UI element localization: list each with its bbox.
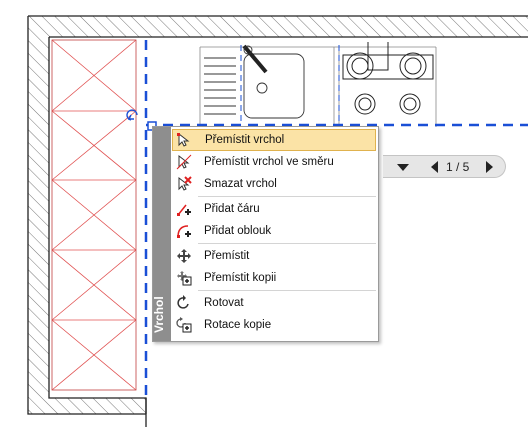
move-icon bbox=[177, 249, 191, 263]
next-page-icon[interactable] bbox=[486, 161, 493, 173]
menu-item-add-line[interactable]: Přidat čáru bbox=[172, 198, 376, 220]
counter-lines bbox=[199, 46, 437, 127]
menu-item-label: Přemístit kopii bbox=[204, 272, 277, 284]
menu-separator bbox=[198, 290, 376, 291]
menu-item-label: Přemístit vrchol bbox=[205, 134, 285, 146]
menu-item-label: Smazat vrchol bbox=[204, 178, 277, 190]
menu-title-bar: Vrchol bbox=[152, 127, 171, 341]
menu-item-move-vertex[interactable]: Přemístit vrchol bbox=[172, 129, 376, 151]
move-vertex-direction-icon bbox=[176, 154, 192, 170]
menu-item-rotate-copy[interactable]: Rotace kopie bbox=[172, 314, 376, 336]
menu-item-move[interactable]: Přemístit bbox=[172, 245, 376, 267]
menu-items: Přemístit vrchol Přemístit vrchol ve smě… bbox=[172, 129, 376, 336]
previous-page-icon[interactable] bbox=[431, 161, 438, 173]
menu-item-delete-vertex[interactable]: Smazat vrchol bbox=[172, 173, 376, 195]
sink bbox=[204, 44, 305, 119]
menu-item-move-copy[interactable]: Přemístit kopii bbox=[172, 267, 376, 289]
cooktop bbox=[342, 42, 434, 115]
menu-item-label: Rotovat bbox=[204, 297, 244, 309]
add-line-icon bbox=[177, 204, 191, 216]
menu-item-label: Rotace kopie bbox=[204, 319, 272, 331]
menu-separator bbox=[198, 243, 376, 244]
menu-item-label: Přidat čáru bbox=[204, 203, 260, 215]
menu-item-label: Přidat oblouk bbox=[204, 225, 272, 237]
add-arc-icon bbox=[177, 225, 191, 238]
delete-vertex-icon bbox=[178, 176, 192, 191]
menu-title: Vrchol bbox=[152, 296, 166, 333]
menu-item-label: Přemístit vrchol ve směru bbox=[204, 156, 334, 168]
vertex-context-menu: Vrchol Přemístit vrchol Přemístit vrchol… bbox=[152, 126, 379, 342]
menu-separator bbox=[198, 196, 376, 197]
menu-item-move-vertex-direction[interactable]: Přemístit vrchol ve směru bbox=[172, 151, 376, 173]
pager-widget: 1 / 5 bbox=[383, 155, 506, 178]
rotate-copy-icon bbox=[176, 317, 192, 333]
move-vertex-icon bbox=[177, 132, 190, 147]
vertex-rotate-marker[interactable] bbox=[126, 109, 138, 121]
menu-item-add-arc[interactable]: Přidat oblouk bbox=[172, 220, 376, 242]
menu-item-label: Přemístit bbox=[204, 250, 250, 262]
rotate-icon bbox=[177, 295, 189, 309]
move-copy-icon bbox=[177, 271, 192, 286]
menu-item-rotate[interactable]: Rotovat bbox=[172, 292, 376, 314]
page-indicator: 1 / 5 bbox=[446, 160, 470, 174]
pantry-cabinet bbox=[51, 39, 137, 391]
dropdown-arrow-icon[interactable] bbox=[397, 164, 409, 171]
